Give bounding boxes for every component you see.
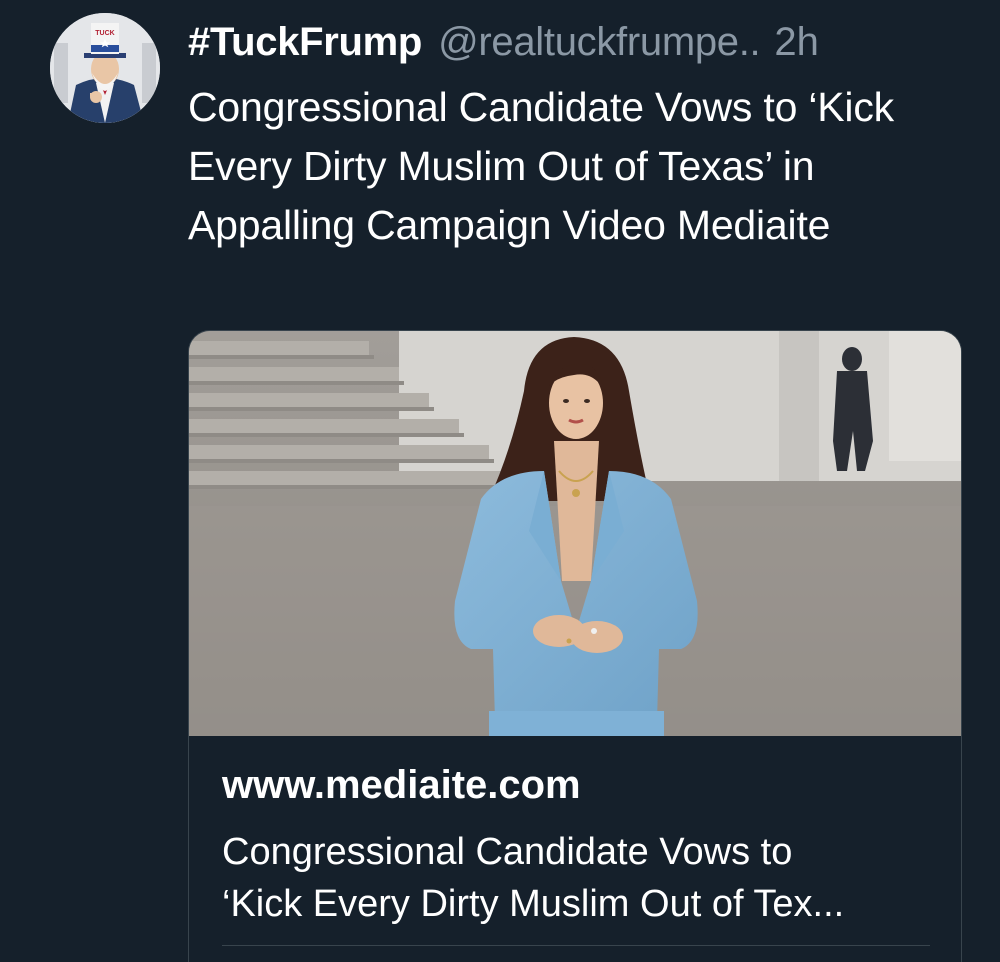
uncle-sam-avatar-icon: TUCK bbox=[50, 13, 160, 123]
link-preview-card[interactable]: www.mediaite.com Congressional Candidate… bbox=[188, 330, 962, 962]
card-divider bbox=[222, 945, 930, 946]
tweet-timestamp[interactable]: 2h bbox=[774, 20, 819, 65]
user-handle[interactable]: @realtuckfrumpe.. bbox=[438, 20, 761, 65]
tweet-text: Congressional Candidate Vows to ‘Kick Ev… bbox=[188, 84, 894, 248]
card-domain: www.mediaite.com bbox=[222, 763, 581, 807]
svg-text:TUCK: TUCK bbox=[95, 30, 114, 37]
card-photo bbox=[189, 331, 961, 736]
tweet-header: #TuckFrump @realtuckfrumpe.. 2h bbox=[188, 14, 819, 70]
card-title: Congressional Candidate Vows to ‘Kick Ev… bbox=[222, 831, 845, 925]
tweet[interactable]: TUCK #TuckFrump @realtuckfrumpe.. 2h Con… bbox=[0, 0, 1000, 962]
avatar[interactable]: TUCK bbox=[50, 13, 160, 123]
display-name[interactable]: #TuckFrump bbox=[188, 20, 422, 65]
card-image[interactable] bbox=[189, 331, 961, 736]
